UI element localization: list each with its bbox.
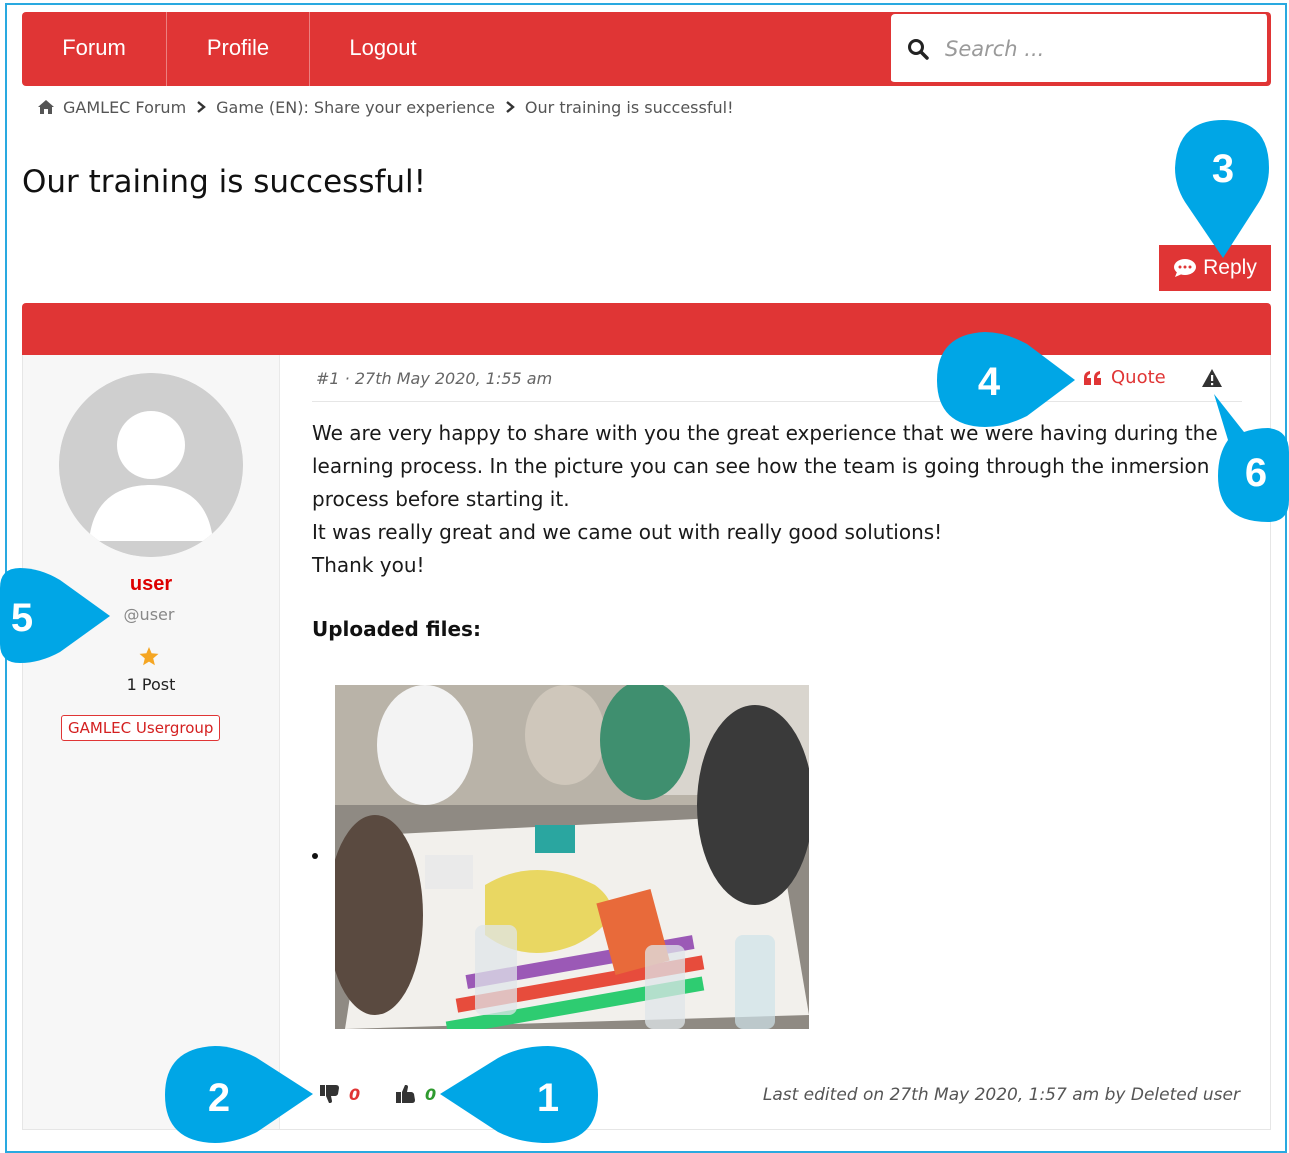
list-bullet xyxy=(312,853,318,859)
thumbs-up-icon xyxy=(396,1085,415,1103)
search-box[interactable] xyxy=(891,14,1269,84)
post-body: We are very happy to share with you the … xyxy=(312,417,1232,582)
post-paragraph: It was really great and we came out with… xyxy=(312,520,943,544)
callout-number: 5 xyxy=(11,596,33,640)
like-count: 0 xyxy=(425,1084,437,1104)
callout-number: 2 xyxy=(208,1076,230,1120)
nav-profile[interactable]: Profile xyxy=(167,12,309,86)
usergroup-badge: GAMLEC Usergroup xyxy=(61,715,221,741)
user-silhouette-icon xyxy=(59,373,243,557)
post-meta: #1 · 27th May 2020, 1:55 am xyxy=(316,369,553,388)
search-icon xyxy=(908,39,929,60)
star-icon xyxy=(139,647,159,666)
post: user @user 1 Post GAMLEC Usergroup #1 · … xyxy=(22,355,1271,1130)
chevron-right-icon xyxy=(506,101,515,113)
dislike-count: 0 xyxy=(349,1084,361,1104)
uploaded-files-heading: Uploaded files: xyxy=(312,617,481,641)
callout-number: 1 xyxy=(537,1076,559,1120)
quote-label: Quote xyxy=(1111,367,1166,388)
meta-divider xyxy=(312,401,1242,402)
last-edited-note: Last edited on 27th May 2020, 1:57 am by… xyxy=(762,1085,1240,1105)
uploaded-photo[interactable] xyxy=(335,685,809,1029)
home-icon xyxy=(38,100,54,114)
breadcrumb-current: Our training is successful! xyxy=(524,97,734,117)
breadcrumb-forum[interactable]: GAMLEC Forum xyxy=(63,98,186,117)
like-button[interactable]: 0 xyxy=(395,1083,436,1105)
callout-6: 6 xyxy=(1208,392,1289,524)
page-title: Our training is successful! xyxy=(22,164,427,200)
callout-4: 4 xyxy=(937,332,1077,428)
thumbs-down-icon xyxy=(320,1085,339,1103)
chevron-right-icon xyxy=(197,101,207,113)
post-paragraph: We are very happy to share with you the … xyxy=(312,421,1218,511)
quote-icon xyxy=(1084,370,1101,385)
callout-number: 3 xyxy=(1212,147,1234,191)
dislike-button[interactable]: 0 xyxy=(319,1083,360,1105)
search-input[interactable] xyxy=(943,26,1257,72)
callout-number: 4 xyxy=(978,360,1001,404)
callout-2: 2 xyxy=(165,1046,315,1144)
report-warning-icon[interactable] xyxy=(1201,368,1223,388)
quote-button[interactable]: Quote xyxy=(1083,367,1166,388)
post-count: 1 Post xyxy=(126,675,176,694)
post-paragraph: Thank you! xyxy=(312,553,425,577)
callout-1: 1 xyxy=(440,1046,600,1144)
avatar[interactable] xyxy=(59,373,243,557)
breadcrumb-category[interactable]: Game (EN): Share your experience xyxy=(216,98,495,117)
nav-forum[interactable]: Forum xyxy=(22,12,166,86)
callout-5: 5 xyxy=(0,568,112,664)
callout-number: 6 xyxy=(1245,451,1267,495)
post-header-bar xyxy=(22,303,1271,355)
callout-3: 3 xyxy=(1175,120,1271,260)
nav-logout[interactable]: Logout xyxy=(310,12,456,86)
breadcrumb: GAMLEC Forum Game (EN): Share your exper… xyxy=(37,96,733,118)
author-column: user @user 1 Post GAMLEC Usergroup xyxy=(23,355,280,1129)
comment-icon xyxy=(1174,259,1197,277)
